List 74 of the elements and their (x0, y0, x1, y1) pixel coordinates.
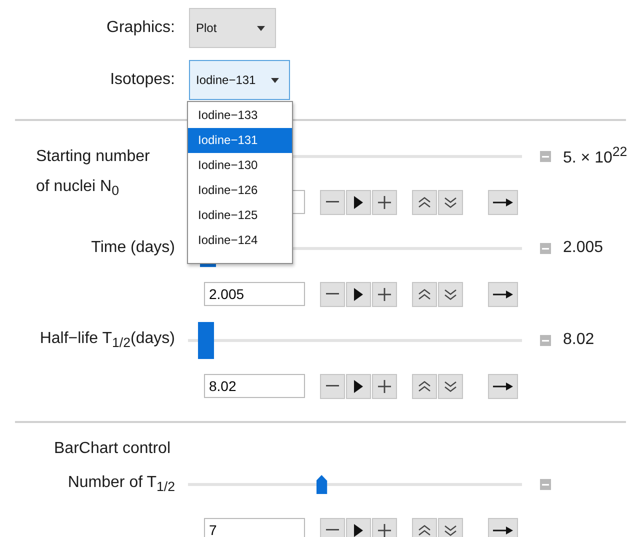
plus-icon (378, 380, 391, 392)
direction-button[interactable] (488, 374, 518, 398)
double-chevron-up-icon (418, 196, 431, 208)
isotope-option[interactable]: Iodine−124 (188, 228, 292, 253)
plus-icon (378, 288, 391, 300)
faster-button[interactable] (412, 282, 437, 306)
isotopes-dropdown[interactable]: Iodine−131 (189, 60, 290, 100)
minus-icon (326, 201, 339, 203)
plus-icon (378, 524, 391, 536)
control-label: Time (days) (91, 239, 175, 257)
faster-button[interactable] (412, 518, 437, 537)
faster-button[interactable] (412, 374, 437, 398)
play-icon (354, 288, 363, 300)
double-chevron-down-icon (444, 524, 457, 536)
control-label: Half−life T$_{1/2}$(days) (40, 330, 175, 350)
increment-button[interactable] (372, 518, 397, 537)
play-button[interactable] (346, 282, 371, 306)
slider-thumb[interactable] (198, 322, 214, 359)
isotope-option[interactable]: Iodine−126 (188, 178, 292, 203)
arrow-right-icon (493, 526, 513, 534)
decrement-button[interactable] (320, 190, 345, 214)
plus-icon (378, 196, 391, 208)
play-button[interactable] (346, 518, 371, 537)
caret-icon (271, 78, 279, 82)
isotope-option[interactable]: Iodine−131 (188, 128, 292, 153)
increment-button[interactable] (372, 282, 397, 306)
slower-button[interactable] (438, 518, 463, 537)
slower-button[interactable] (438, 374, 463, 398)
minus-icon (326, 385, 339, 387)
slower-button[interactable] (438, 190, 463, 214)
increment-button[interactable] (372, 190, 397, 214)
double-chevron-up-icon (418, 524, 431, 536)
value-field[interactable]: 7 (204, 518, 305, 537)
graphics-label: Graphics: (106, 19, 175, 37)
control-label: of nuclei N$_{0}$ (36, 177, 120, 200)
decrement-button[interactable] (320, 374, 345, 398)
caret-icon (257, 26, 265, 30)
isotopes-label: Isotopes: (109, 71, 175, 89)
arrow-right-icon (493, 198, 513, 206)
arrow-right-icon (493, 382, 513, 390)
increment-button[interactable] (372, 374, 397, 398)
isotope-option[interactable]: Iodine−125 (188, 203, 292, 228)
faster-button[interactable] (412, 190, 437, 214)
value-field[interactable]: 2.005 (204, 282, 305, 306)
play-button[interactable] (346, 374, 371, 398)
double-chevron-down-icon (444, 196, 457, 208)
value-field[interactable]: 8.02 (204, 374, 305, 398)
arrow-right-icon (493, 290, 513, 298)
direction-button[interactable] (488, 190, 518, 214)
isotope-option[interactable]: Iodine−130 (188, 153, 292, 178)
decrement-button[interactable] (320, 518, 345, 537)
direction-button[interactable] (488, 282, 518, 306)
slider-value: 2.005 (563, 239, 604, 257)
control-label: Starting number (36, 147, 150, 167)
minus-icon (326, 293, 339, 295)
slower-button[interactable] (438, 282, 463, 306)
isotope-option[interactable]: Iodine−133 (188, 103, 292, 128)
section-title: BarChart control (54, 439, 172, 459)
slider-value: 5. × 10$^{22}$ (563, 144, 628, 168)
direction-button[interactable] (488, 518, 518, 537)
double-chevron-up-icon (418, 288, 431, 300)
play-icon (354, 196, 363, 208)
decrement-button[interactable] (320, 282, 345, 306)
play-button[interactable] (346, 190, 371, 214)
slider-thumb[interactable] (316, 475, 328, 494)
control-label: Number of T$_{1/2}$ (68, 474, 175, 494)
play-icon (354, 380, 363, 392)
slider-value: 8.02 (563, 331, 596, 349)
double-chevron-down-icon (444, 380, 457, 392)
double-chevron-up-icon (418, 380, 431, 392)
play-icon (354, 524, 363, 536)
graphics-dropdown[interactable]: Plot (189, 8, 276, 48)
double-chevron-down-icon (444, 288, 457, 300)
minus-icon (326, 529, 339, 531)
